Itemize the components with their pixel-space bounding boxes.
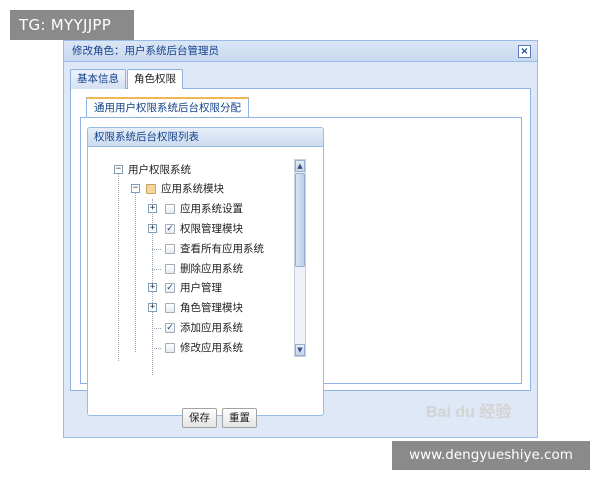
checkbox-checked-icon[interactable]: ✓ — [165, 224, 175, 234]
scroll-thumb[interactable] — [295, 173, 305, 267]
tree-line — [152, 269, 161, 270]
tab-basic-info[interactable]: 基本信息 — [70, 69, 126, 89]
tree-line — [152, 328, 161, 329]
baidu-watermark: Bai du 经验 — [426, 404, 512, 421]
partial-checkbox-icon[interactable] — [146, 184, 156, 194]
tab-permission-assignment[interactable]: 通用用户权限系统后台权限分配 — [86, 97, 249, 117]
tree-line — [118, 173, 119, 361]
tree-scrollbar[interactable]: ▲ ▼ — [294, 159, 306, 357]
collapse-icon[interactable]: − — [114, 165, 123, 174]
dialog-tabstrip: 基本信息 角色权限 — [70, 69, 531, 90]
scroll-down-arrow-icon[interactable]: ▼ — [295, 344, 305, 356]
checkbox-icon[interactable] — [165, 343, 175, 353]
page: TG: MYYJJPP 修改角色：用户系统后台管理员 × 基本信息 角色权限 通… — [0, 0, 600, 480]
checkbox-icon[interactable] — [165, 244, 175, 254]
checkbox-icon[interactable] — [165, 264, 175, 274]
tree-line — [135, 192, 136, 352]
scroll-up-arrow-icon[interactable]: ▲ — [295, 160, 305, 172]
save-button[interactable]: 保存 — [182, 408, 217, 428]
close-icon[interactable]: × — [518, 45, 531, 58]
checkbox-checked-icon[interactable]: ✓ — [165, 323, 175, 333]
tab-role-permissions[interactable]: 角色权限 — [127, 69, 183, 90]
checkbox-icon[interactable] — [165, 303, 175, 313]
panel-title: 权限系统后台权限列表 — [88, 128, 323, 147]
checkbox-checked-icon[interactable]: ✓ — [165, 283, 175, 293]
dialog-header: 修改角色：用户系统后台管理员 × — [64, 41, 537, 62]
expand-icon[interactable]: + — [148, 204, 157, 213]
reset-button[interactable]: 重置 — [222, 408, 257, 428]
dialog-title: 修改角色：用户系统后台管理员 — [72, 45, 219, 57]
tree-line — [152, 249, 161, 250]
expand-icon[interactable]: + — [148, 224, 157, 233]
permission-list-panel: 权限系统后台权限列表 − 用户权限系统 − 应用系统模块 + 应用系统设置 + … — [87, 127, 324, 416]
collapse-icon[interactable]: − — [131, 184, 140, 193]
expand-icon[interactable]: + — [148, 283, 157, 292]
tree-line — [152, 348, 161, 349]
expand-icon[interactable]: + — [148, 303, 157, 312]
url-overlay-label: www.dengyueshiye.com — [392, 441, 590, 470]
checkbox-icon[interactable] — [165, 204, 175, 214]
tg-overlay-label: TG: MYYJJPP — [10, 10, 134, 40]
permission-tree: − 用户权限系统 − 应用系统模块 + 应用系统设置 + ✓ 权限管理模块 查看… — [88, 147, 323, 415]
